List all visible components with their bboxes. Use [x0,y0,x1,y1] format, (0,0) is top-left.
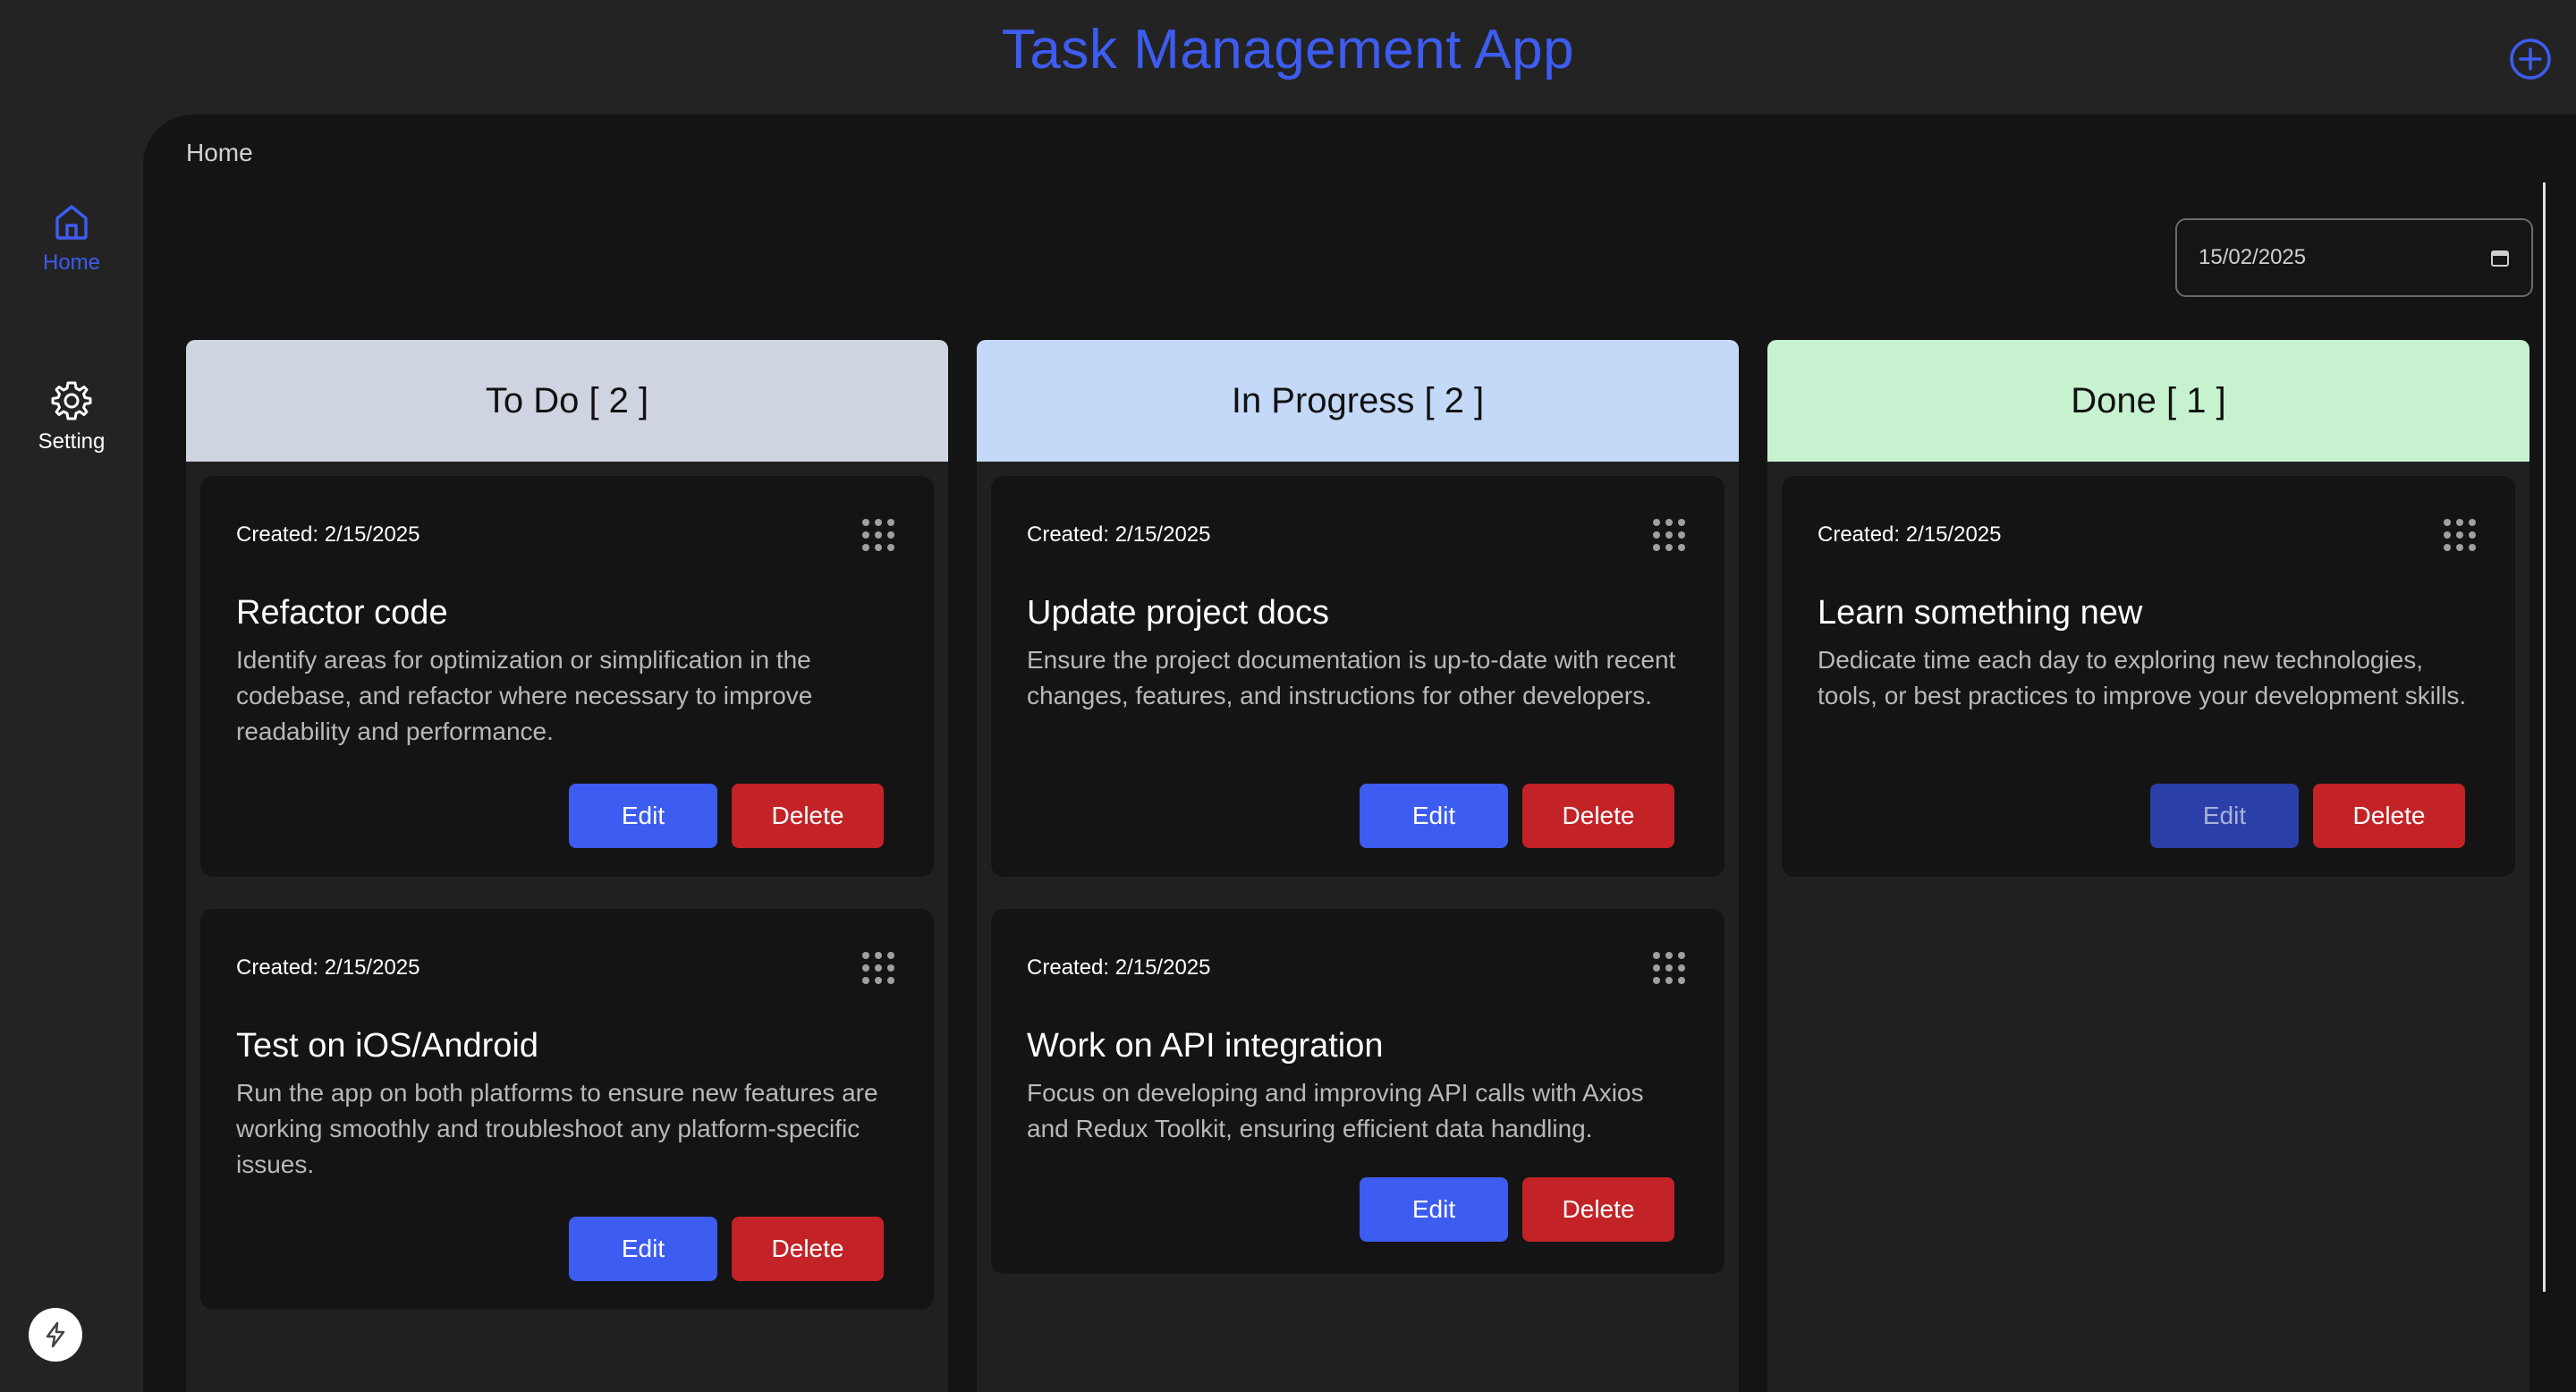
bolt-button[interactable] [29,1308,82,1362]
delete-button[interactable]: Delete [2313,784,2465,848]
edit-button[interactable]: Edit [1360,1177,1508,1242]
column-header: To Do [ 2 ] [186,340,948,462]
column-todo: To Do [ 2 ] Created: 2/15/2025 Refactor … [186,340,948,1392]
card-actions: Edit Delete [569,784,884,848]
card-actions: Edit Delete [1360,1177,1674,1242]
card-actions: Edit Delete [1360,784,1674,848]
created-date: Created: 2/15/2025 [1027,522,1211,547]
column-header: Done [ 1 ] [1767,340,2529,462]
task-title: Test on iOS/Android [236,1027,538,1065]
main-panel: Home 15/02/2025 To Do [ 2 ] Created: 2/1… [143,115,2576,1392]
app-title: Task Management App [1001,19,1575,81]
edit-button[interactable]: Edit [569,1217,717,1281]
breadcrumb: Home [186,139,253,166]
sidebar-item-setting[interactable]: Setting [0,379,143,454]
delete-button[interactable]: Delete [1522,784,1674,848]
drag-handle-icon[interactable] [2440,515,2479,555]
created-date: Created: 2/15/2025 [1818,522,2002,547]
app-header: Task Management App [0,0,2576,115]
edit-button[interactable]: Edit [2150,784,2299,848]
task-description: Focus on developing and improving API ca… [1027,1079,1644,1142]
gear-icon [51,381,92,420]
task-description: Identify areas for optimization or simpl… [236,646,813,745]
task-card[interactable]: Created: 2/15/2025 Test on iOS/Android R… [200,909,934,1310]
delete-button[interactable]: Delete [732,1217,884,1281]
task-card[interactable]: Created: 2/15/2025 Update project docs E… [991,476,1724,877]
task-title: Update project docs [1027,594,1329,632]
edit-button[interactable]: Edit [1360,784,1508,848]
task-card[interactable]: Created: 2/15/2025 Work on API integrati… [991,909,1724,1274]
sidebar-item-label: Home [42,250,101,275]
home-icon [55,205,88,240]
task-title: Work on API integration [1027,1027,1384,1065]
sidebar: Home Setting [0,115,143,1392]
created-date: Created: 2/15/2025 [236,955,420,980]
calendar-icon[interactable] [2490,248,2510,267]
delete-button[interactable]: Delete [1522,1177,1674,1242]
add-task-button[interactable] [2507,36,2554,82]
card-actions: Edit Delete [2150,784,2465,848]
task-title: Learn something new [1818,594,2143,632]
delete-button[interactable]: Delete [732,784,884,848]
edit-button[interactable]: Edit [569,784,717,848]
drag-handle-icon[interactable] [859,948,898,988]
scrollbar[interactable] [2543,182,2546,1292]
plus-circle-icon [2510,38,2551,80]
drag-handle-icon[interactable] [1649,515,1689,555]
task-title: Refactor code [236,594,448,632]
drag-handle-icon[interactable] [1649,948,1689,988]
bolt-icon [46,1321,65,1348]
task-description: Ensure the project documentation is up-t… [1027,646,1676,709]
column-header: In Progress [ 2 ] [977,340,1739,462]
drag-handle-icon[interactable] [859,515,898,555]
column-done: Done [ 1 ] Created: 2/15/2025 Learn some… [1767,340,2529,1392]
created-date: Created: 2/15/2025 [236,522,420,547]
task-description: Run the app on both platforms to ensure … [236,1079,878,1178]
date-filter-input[interactable]: 15/02/2025 [2175,218,2533,297]
sidebar-item-home[interactable]: Home [0,200,143,276]
sidebar-item-label: Setting [38,429,106,454]
task-description: Dedicate time each day to exploring new … [1818,646,2467,709]
created-date: Created: 2/15/2025 [1027,955,1211,980]
task-card[interactable]: Created: 2/15/2025 Learn something new D… [1782,476,2515,877]
task-card[interactable]: Created: 2/15/2025 Refactor code Identif… [200,476,934,877]
date-value: 15/02/2025 [2199,245,2307,269]
column-in-progress: In Progress [ 2 ] Created: 2/15/2025 Upd… [977,340,1739,1392]
task-app: Task Management App Home Setting Home 15… [0,0,2576,1392]
card-actions: Edit Delete [569,1217,884,1281]
